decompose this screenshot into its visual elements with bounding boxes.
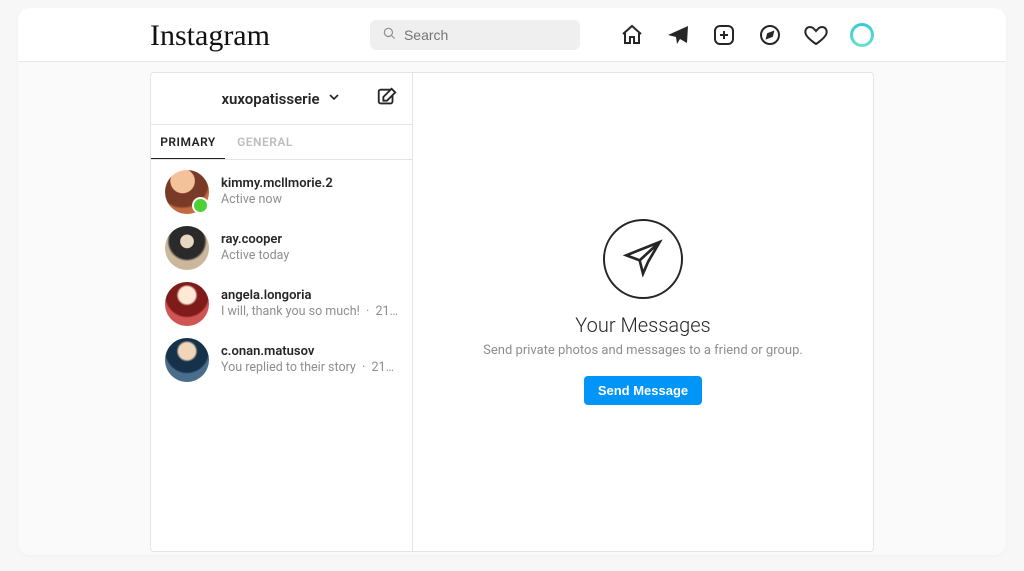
thread-name: c.onan.matusov xyxy=(221,343,398,361)
thread-item[interactable]: c.onan.matusov You replied to their stor… xyxy=(151,332,412,388)
thread-name: ray.cooper xyxy=(221,231,289,249)
app-frame: Instagram xyxy=(18,8,1006,555)
thread-sub: Active today xyxy=(221,248,289,265)
paper-plane-icon xyxy=(623,237,663,281)
explore-icon[interactable] xyxy=(758,23,782,47)
chevron-down-icon xyxy=(326,89,342,109)
profile-avatar[interactable] xyxy=(850,23,874,47)
avatar xyxy=(165,338,209,382)
new-post-icon[interactable] xyxy=(712,23,736,47)
dm-frame: xuxopatisserie PRIMARY GENERAL xyxy=(150,72,874,552)
instagram-logo[interactable]: Instagram xyxy=(150,19,270,53)
threads-list: kimmy.mcllmorie.2 Active now ray.cooper … xyxy=(151,160,412,551)
empty-title: Your Messages xyxy=(575,313,710,337)
top-nav: Instagram xyxy=(18,8,1006,62)
search-input[interactable] xyxy=(404,27,568,43)
avatar xyxy=(165,282,209,326)
dm-body: xuxopatisserie PRIMARY GENERAL xyxy=(18,62,1006,555)
account-name: xuxopatisserie xyxy=(221,90,319,108)
thread-item[interactable]: angela.longoria I will, thank you so muc… xyxy=(151,276,412,332)
home-icon[interactable] xyxy=(620,23,644,47)
thread-sub: You replied to their story · 211w xyxy=(221,360,398,377)
empty-subtitle: Send private photos and messages to a fr… xyxy=(483,343,803,358)
send-message-button[interactable]: Send Message xyxy=(584,376,702,405)
account-switcher[interactable]: xuxopatisserie xyxy=(221,89,341,109)
search-icon xyxy=(382,25,396,44)
thread-item[interactable]: ray.cooper Active today xyxy=(151,220,412,276)
nav-icon-group xyxy=(620,23,874,47)
thread-sub: Active now xyxy=(221,192,333,209)
sidebar-header: xuxopatisserie xyxy=(151,73,412,125)
dm-sidebar: xuxopatisserie PRIMARY GENERAL xyxy=(151,73,413,551)
activity-icon[interactable] xyxy=(804,23,828,47)
inbox-tabs: PRIMARY GENERAL xyxy=(151,125,412,160)
tab-general[interactable]: GENERAL xyxy=(225,125,305,159)
thread-item[interactable]: kimmy.mcllmorie.2 Active now xyxy=(151,160,412,220)
thread-name: angela.longoria xyxy=(221,287,398,305)
avatar xyxy=(165,226,209,270)
thread-name: kimmy.mcllmorie.2 xyxy=(221,175,333,193)
avatar xyxy=(165,170,209,214)
send-icon-circle xyxy=(603,219,683,299)
thread-sub: I will, thank you so much! · 210w xyxy=(221,304,398,321)
messenger-icon[interactable] xyxy=(666,23,690,47)
empty-state: Your Messages Send private photos and me… xyxy=(413,73,873,551)
compose-button[interactable] xyxy=(376,86,398,112)
tab-primary[interactable]: PRIMARY xyxy=(151,125,225,159)
search-field[interactable] xyxy=(370,20,580,50)
